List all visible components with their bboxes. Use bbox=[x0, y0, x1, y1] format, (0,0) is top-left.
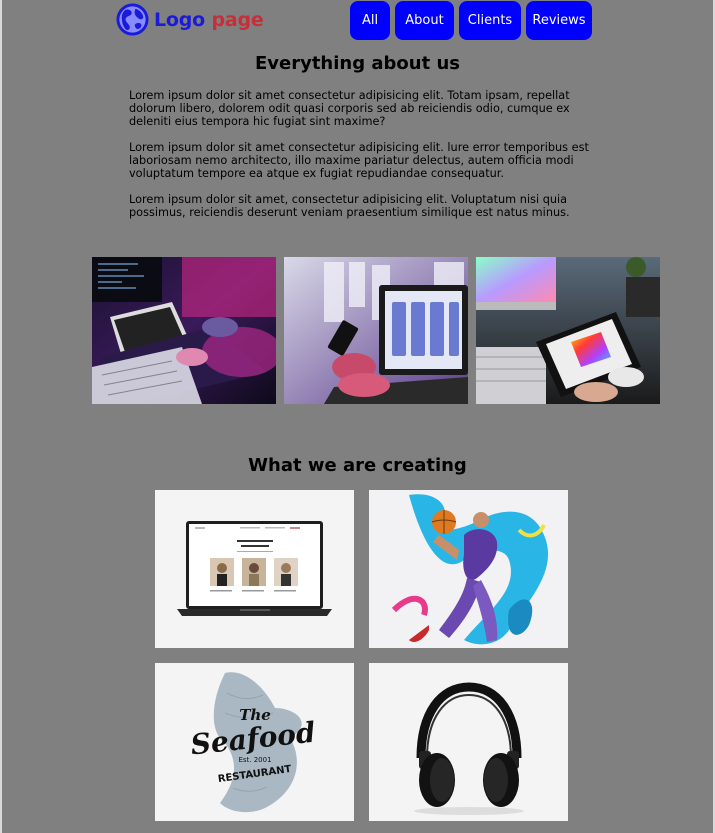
photo-gallery bbox=[92, 257, 660, 404]
logo[interactable]: Logo page bbox=[115, 2, 264, 37]
logo-text: Logo page bbox=[154, 9, 264, 31]
globe-icon bbox=[116, 3, 149, 36]
portfolio-item-headphones[interactable] bbox=[369, 663, 568, 821]
nav-all-button[interactable]: All bbox=[350, 1, 390, 40]
portfolio-item-basketball-art[interactable] bbox=[369, 490, 568, 648]
portfolio-grid: The Seafood Est. 2001 RESTAURANT bbox=[155, 490, 568, 821]
about-paragraph-2: Lorem ipsum dolor sit amet consectetur a… bbox=[129, 141, 589, 180]
about-paragraph-3: Lorem ipsum dolor sit amet, consectetur … bbox=[129, 193, 570, 219]
about-text: Lorem ipsum dolor sit amet consectetur a… bbox=[129, 89, 609, 232]
photo-tablet-color-palette bbox=[476, 257, 660, 404]
page-border-left bbox=[0, 0, 2, 833]
about-paragraph-1: Lorem ipsum dolor sit amet consectetur a… bbox=[129, 89, 570, 128]
about-title: Everything about us bbox=[254, 53, 460, 74]
seafood-logo-established: Est. 2001 bbox=[238, 756, 271, 764]
photo-phone-laptop bbox=[284, 257, 468, 404]
logo-word-1: Logo bbox=[154, 8, 206, 31]
nav-about-button[interactable]: About bbox=[395, 1, 454, 40]
main-nav: All About Clients Reviews bbox=[350, 1, 592, 40]
creating-title: What we are creating bbox=[248, 455, 467, 476]
header: Logo page All About Clients Reviews bbox=[0, 0, 715, 42]
logo-word-2: page bbox=[211, 8, 264, 31]
portfolio-item-website-mockup[interactable] bbox=[155, 490, 354, 648]
headphones-icon bbox=[369, 663, 568, 821]
photo-coding-laptop bbox=[92, 257, 276, 404]
portfolio-item-seafood-logo[interactable]: The Seafood Est. 2001 RESTAURANT bbox=[155, 663, 354, 821]
nav-clients-button[interactable]: Clients bbox=[459, 1, 521, 40]
nav-reviews-button[interactable]: Reviews bbox=[526, 1, 592, 40]
